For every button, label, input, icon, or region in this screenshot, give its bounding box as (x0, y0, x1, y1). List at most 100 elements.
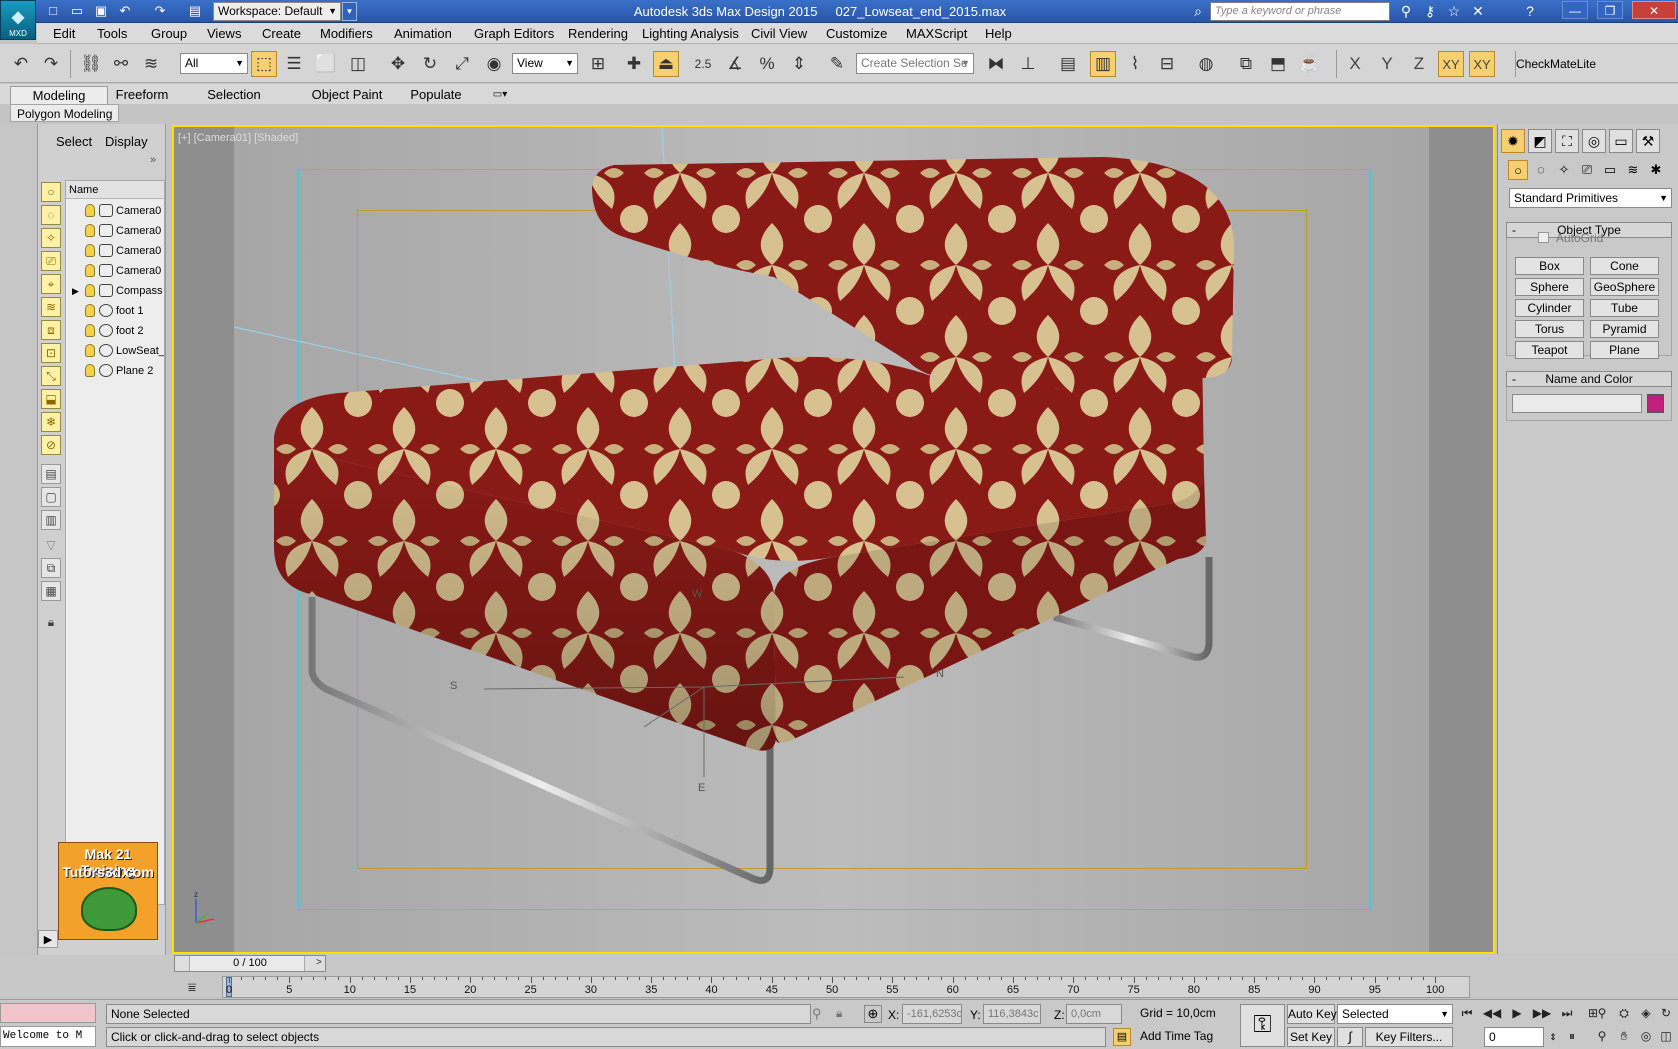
project-folder-icon[interactable]: ▤ (186, 2, 204, 20)
list-item[interactable]: LowSeat_ (66, 341, 164, 361)
collapse-chevron-icon[interactable]: » (150, 154, 156, 166)
filter-hidden-icon[interactable]: ⊘ (41, 435, 61, 455)
filter-lights-icon[interactable]: ✧ (41, 228, 61, 248)
sphere-button[interactable]: Sphere (1515, 278, 1584, 296)
workspace-dropdown[interactable]: Workspace: Default ▼ (213, 2, 341, 21)
render-production-icon[interactable]: ☕ (1297, 51, 1323, 77)
workspace-expand-button[interactable]: ▼ (342, 2, 357, 21)
geometry-category-icon[interactable]: ○ (1508, 160, 1528, 180)
lock-icon[interactable]: 🔒︎ (41, 613, 61, 633)
add-time-tag-button[interactable]: Add Time Tag (1136, 1027, 1236, 1047)
unlink-selection-icon[interactable]: ⚯ (108, 51, 134, 77)
light-bulb-icon[interactable] (85, 224, 95, 237)
list-item[interactable]: foot 1 (66, 301, 164, 321)
reference-coordinate-dropdown[interactable]: View ▼ (512, 53, 578, 74)
explorer-tab-display[interactable]: Display (105, 134, 148, 149)
selection-filter-dropdown[interactable]: All ▼ (180, 53, 248, 74)
axis-xy-button[interactable]: XY (1438, 51, 1464, 77)
menu-modifiers[interactable]: Modifiers (320, 23, 373, 44)
filter-cameras-icon[interactable]: ⎚ (41, 251, 61, 271)
key-filters-button[interactable]: Key Filters... (1365, 1027, 1453, 1047)
key-mode-toggle-icon[interactable]: ⏸ (1562, 1027, 1582, 1045)
filter-bones-icon[interactable]: ⤡ (41, 366, 61, 386)
zoom-extents-icon[interactable]: ⚲ (1592, 1027, 1612, 1045)
ribbon-tab-populate[interactable]: Populate (406, 86, 466, 104)
select-and-manipulate-icon[interactable]: ✚ (621, 51, 647, 77)
auto-key-button[interactable]: Auto Key (1287, 1004, 1337, 1024)
mirror-icon[interactable]: ⧓ (983, 51, 1009, 77)
display-influences-icon[interactable]: ▢ (41, 487, 61, 507)
schematic-view-icon[interactable]: ⊟ (1154, 51, 1180, 77)
set-key-button[interactable]: Set Key (1287, 1027, 1335, 1047)
light-bulb-icon[interactable] (85, 244, 95, 257)
name-column-header[interactable]: Name (66, 181, 164, 199)
named-selection-set-dropdown[interactable]: Create Selection Se ▼ (856, 53, 974, 74)
z-coordinate-field[interactable]: 0,0cm (1066, 1004, 1122, 1024)
plane-button[interactable]: Plane (1590, 341, 1659, 359)
pyramid-button[interactable]: Pyramid (1590, 320, 1659, 338)
tube-button[interactable]: Tube (1590, 299, 1659, 317)
filter-xrefs-icon[interactable]: ⊡ (41, 343, 61, 363)
cylinder-button[interactable]: Cylinder (1515, 299, 1584, 317)
menu-animation[interactable]: Animation (394, 23, 452, 44)
geosphere-button[interactable]: GeoSphere (1590, 278, 1659, 296)
open-file-icon[interactable]: ▭ (68, 2, 86, 20)
undo-icon[interactable]: ↶ (8, 51, 34, 77)
key-mode-dropdown[interactable]: Selected ▼ (1337, 1004, 1453, 1024)
light-bulb-icon[interactable] (85, 364, 95, 377)
create-tab-icon[interactable]: ✹ (1501, 129, 1525, 153)
object-name-input[interactable] (1512, 394, 1642, 413)
explorer-tab-select[interactable]: Select (56, 134, 92, 149)
play-animation-icon[interactable]: ▶ (1507, 1004, 1527, 1022)
maximize-viewport-icon[interactable]: ◫ (1656, 1027, 1676, 1045)
default-in-out-tangents-icon[interactable]: ∫ (1337, 1027, 1363, 1047)
application-menu-button[interactable]: ◆ MXD (0, 0, 36, 40)
go-to-end-icon[interactable]: ⏭ (1557, 1004, 1577, 1022)
display-dependents-icon[interactable]: ▥ (41, 510, 61, 530)
light-bulb-icon[interactable] (85, 204, 95, 217)
name-and-color-rollout-header[interactable]: - Name and Color (1506, 371, 1672, 387)
edit-named-selection-icon[interactable]: ✎ (824, 51, 850, 77)
save-file-icon[interactable]: ▣ (92, 2, 110, 20)
x-coordinate-field[interactable]: -161,6253c (902, 1004, 962, 1024)
maxscript-listener-input[interactable]: Welcome to M (0, 1026, 96, 1047)
select-by-name-icon[interactable]: ☰ (281, 51, 307, 77)
ribbon-options-dropdown[interactable]: ▭▾ (486, 86, 514, 104)
light-bulb-icon[interactable] (85, 344, 95, 357)
current-frame-field[interactable]: 0 (1484, 1027, 1544, 1047)
keyboard-shortcut-override-icon[interactable]: ⏏ (653, 51, 679, 77)
expand-arrow-icon[interactable]: ▶ (72, 281, 79, 301)
space-warps-category-icon[interactable]: ≋ (1623, 160, 1643, 180)
filter-helpers-icon[interactable]: ⌖ (41, 274, 61, 294)
box-button[interactable]: Box (1515, 257, 1584, 275)
layer-manager-icon[interactable]: ▤ (1055, 51, 1081, 77)
select-and-rotate-icon[interactable]: ↻ (417, 51, 443, 77)
filter-geometry-icon[interactable]: ○ (41, 182, 61, 202)
restore-button[interactable]: ❐ (1597, 1, 1623, 19)
field-of-view-icon[interactable]: ◈ (1636, 1004, 1656, 1022)
frame-spinner-icon[interactable]: ⇕ (1546, 1027, 1560, 1047)
help-search-input[interactable]: Type a keyword or phrase (1210, 2, 1390, 21)
redo-icon[interactable]: ↷ (38, 51, 64, 77)
funnel-filter-icon[interactable]: ▽ (41, 536, 61, 556)
menu-lighting-analysis[interactable]: Lighting Analysis (642, 23, 739, 44)
menu-create[interactable]: Create (262, 23, 301, 44)
toggle-scene-explorer-icon[interactable]: ▥ (1090, 51, 1116, 77)
axis-z-button[interactable]: Z (1406, 51, 1432, 77)
search-icon[interactable]: ⚲ (1396, 2, 1416, 21)
menu-maxscript[interactable]: MAXScript (906, 23, 967, 44)
next-frame-icon[interactable]: ▶▶ (1532, 1004, 1552, 1022)
zoom-icon[interactable]: ⚲ (1592, 1004, 1612, 1022)
list-item[interactable]: Camera0 (66, 261, 164, 281)
menu-edit[interactable]: Edit (53, 23, 75, 44)
pivot-center-icon[interactable]: ⊞ (585, 51, 611, 77)
list-item[interactable]: Camera0 (66, 241, 164, 261)
select-object-icon[interactable]: ⬚ (251, 51, 277, 77)
menu-graph-editors[interactable]: Graph Editors (474, 23, 554, 44)
menu-help[interactable]: Help (985, 23, 1012, 44)
list-item[interactable]: Camera0 (66, 201, 164, 221)
light-bulb-icon[interactable] (85, 264, 95, 277)
lights-category-icon[interactable]: ✧ (1554, 160, 1574, 180)
systems-category-icon[interactable]: ✱ (1646, 160, 1666, 180)
object-color-swatch[interactable] (1647, 394, 1664, 413)
